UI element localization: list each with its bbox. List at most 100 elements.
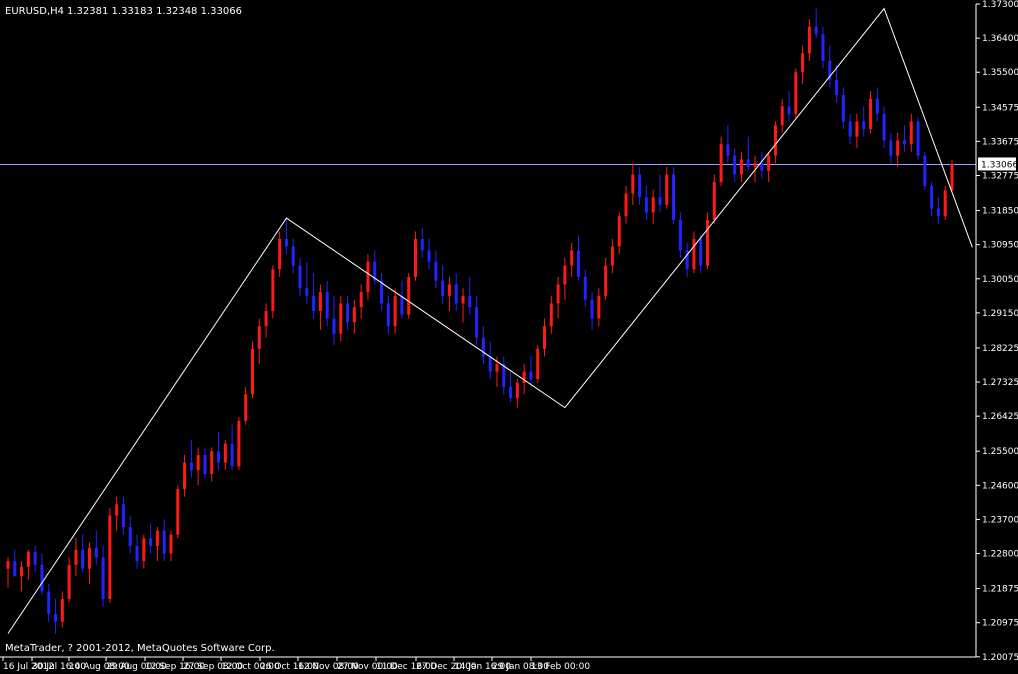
candle-body <box>638 174 642 198</box>
candle-body <box>475 307 479 338</box>
candle-body <box>889 140 893 156</box>
candle-body <box>835 79 839 95</box>
y-tick-label: 1.30950 <box>982 241 1018 251</box>
candle-body <box>223 443 227 463</box>
candle-body <box>108 515 112 600</box>
y-tick-label: 1.35500 <box>982 68 1018 78</box>
copyright-label: MetaTrader, ? 2001-2012, MetaQuotes Soft… <box>5 643 275 654</box>
candle-body <box>47 591 51 615</box>
candle-body <box>26 551 30 567</box>
candle-body <box>529 371 533 380</box>
candle-body <box>706 220 710 266</box>
candle-body <box>515 382 519 399</box>
y-tick-label: 1.25500 <box>982 447 1018 457</box>
candle-body <box>271 269 275 311</box>
candle-body <box>943 190 947 217</box>
chart-window: 1.33066 1.37300 1.36400 1.35500 1.34575 1.33… <box>0 0 1018 674</box>
candle-body <box>787 106 791 114</box>
candle-body <box>183 462 187 490</box>
candle-body <box>875 98 879 114</box>
candle-body <box>665 174 669 205</box>
candle-body <box>902 140 906 145</box>
candle-body <box>230 443 234 467</box>
candle-body <box>20 566 24 577</box>
candle-body <box>13 561 17 577</box>
candle-body <box>210 451 214 474</box>
candle-body <box>237 420 241 467</box>
candle-body <box>692 238 696 270</box>
y-tick-label: 1.36400 <box>982 34 1018 44</box>
candle-body <box>346 303 350 323</box>
current-price-layer: 1.33066 <box>0 157 1018 171</box>
candle-body <box>733 155 737 175</box>
candle-body <box>101 557 105 600</box>
candle-body <box>536 348 540 380</box>
y-tick-label: 1.27325 <box>982 378 1018 388</box>
candle-body <box>189 462 193 471</box>
candle-body <box>488 356 492 372</box>
candle-body <box>522 371 526 383</box>
candle-body <box>325 292 329 319</box>
candle-body <box>923 155 927 186</box>
candle-body <box>746 159 750 167</box>
y-tick-label: 1.20075 <box>982 653 1018 663</box>
y-tick-label: 1.29150 <box>982 309 1018 319</box>
y-tick-label: 1.21875 <box>982 585 1018 595</box>
y-tick-label: 1.22800 <box>982 550 1018 560</box>
candle-body <box>631 174 635 194</box>
candle-body <box>291 246 295 266</box>
x-tick-label: 13 Feb 00:00 <box>531 662 590 672</box>
candle-body <box>801 53 805 73</box>
candle-body <box>298 265 302 289</box>
axes-layer: 1.37300 1.36400 1.35500 1.34575 1.33675 1.327… <box>0 0 1018 672</box>
y-tick-label: 1.28225 <box>982 344 1018 354</box>
candle-body <box>176 489 180 535</box>
candle-body <box>604 265 608 296</box>
candle-body <box>142 538 146 562</box>
candle-body <box>115 504 119 516</box>
candle-body <box>862 121 866 130</box>
candle-body <box>162 530 166 554</box>
candle-body <box>33 551 37 565</box>
candle-body <box>169 534 173 554</box>
candle-body <box>678 220 682 251</box>
candle-body <box>441 280 445 296</box>
candle-body <box>617 216 621 247</box>
candle-body <box>855 121 859 137</box>
candle-body <box>454 284 458 304</box>
y-tick-label: 1.31850 <box>982 207 1018 217</box>
y-tick-label: 1.20975 <box>982 619 1018 629</box>
candle-body <box>556 284 560 304</box>
candle-body <box>549 303 553 327</box>
current-price-value: 1.33066 <box>981 160 1018 170</box>
candle-body <box>502 364 506 387</box>
candle-body <box>155 530 159 546</box>
candle-body <box>896 140 900 156</box>
candle-body <box>81 549 85 569</box>
candle-body <box>509 386 513 399</box>
candle-body <box>739 159 743 175</box>
candle-body <box>427 250 431 262</box>
candle-body <box>135 545 139 562</box>
candle-body <box>814 26 818 35</box>
candle-body <box>495 364 499 372</box>
candle-body <box>651 197 655 213</box>
candle-body <box>400 295 404 315</box>
candle-body <box>583 276 587 300</box>
candle-body <box>386 303 390 327</box>
candle-body <box>128 527 132 546</box>
candle-body <box>699 238 703 266</box>
candle-body <box>40 564 44 592</box>
y-tick-label: 1.32775 <box>982 171 1018 181</box>
candle-body <box>712 182 716 221</box>
candle-body <box>794 72 798 114</box>
candle-body <box>461 295 465 304</box>
candle-body <box>936 208 940 217</box>
candle-body <box>950 164 954 191</box>
candle-body <box>780 106 784 126</box>
candle-body <box>610 246 614 266</box>
y-tick-label: 1.23700 <box>982 515 1018 525</box>
candle-body <box>339 303 343 334</box>
candle-body <box>658 197 662 205</box>
candle-body <box>6 561 10 569</box>
